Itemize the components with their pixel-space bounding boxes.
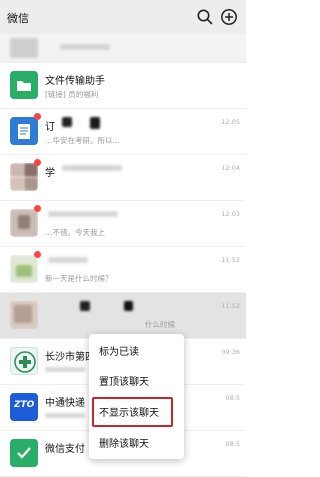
menu-item-delete-chat[interactable]: 删除该聊天 xyxy=(89,430,184,460)
chat-name: 长沙市第四 xyxy=(45,352,95,363)
unread-dot xyxy=(34,159,41,166)
chat-name: 微信支付 xyxy=(45,444,85,455)
unread-dot xyxy=(34,205,41,212)
chat-row[interactable]: …不错。今天我上 12:03 xyxy=(0,201,246,247)
unread-dot xyxy=(34,251,41,258)
avatar xyxy=(10,301,38,329)
chat-time: 11:52 xyxy=(221,256,240,264)
avatar xyxy=(10,439,38,467)
avatar: ZTO xyxy=(10,393,38,421)
chat-time: 08:5 xyxy=(225,440,240,448)
chat-preview: …不错。今天我上 xyxy=(45,228,105,237)
chat-name: 订 xyxy=(45,122,55,133)
chat-time: 12:03 xyxy=(221,210,240,218)
chat-preview: 新一天是什么时候？ xyxy=(45,274,113,283)
chat-preview: [链接] 员的福利 xyxy=(45,90,99,99)
chat-time: 08:5 xyxy=(225,394,240,402)
chat-name: 学 xyxy=(45,168,55,179)
avatar xyxy=(10,163,38,191)
pay-check-icon xyxy=(17,447,31,459)
folder-icon xyxy=(17,81,31,91)
hospital-logo-icon xyxy=(14,351,36,373)
chat-row[interactable]: 新一天是什么时候？ 11:52 xyxy=(0,247,246,293)
menu-item-mark-read[interactable]: 标为已读 xyxy=(89,338,184,368)
chat-time: 09:36 xyxy=(221,348,240,356)
chat-row-pinned[interactable] xyxy=(0,34,246,63)
avatar xyxy=(10,117,38,145)
chat-time: 12:04 xyxy=(221,164,240,172)
zto-logo: ZTO xyxy=(14,400,35,410)
chat-row[interactable]: 学 12:04 xyxy=(0,155,246,201)
avatar xyxy=(10,71,38,99)
menu-item-pin-chat[interactable]: 置顶该聊天 xyxy=(89,368,184,398)
add-icon[interactable] xyxy=(220,8,238,26)
chat-name: 文件传输助手 xyxy=(45,76,105,87)
unread-dot xyxy=(34,113,41,120)
avatar xyxy=(10,347,38,375)
app-header: 微信 xyxy=(0,0,246,34)
chat-preview: 什么时候 xyxy=(145,320,175,329)
chat-preview: …华安在考研。所以… xyxy=(45,136,120,145)
avatar xyxy=(10,38,38,58)
avatar xyxy=(10,209,38,237)
search-icon[interactable] xyxy=(196,8,214,26)
avatar xyxy=(10,255,38,283)
chat-row-file-transfer[interactable]: 文件传输助手 [链接] 员的福利 xyxy=(0,63,246,109)
chat-time: 12:05 xyxy=(221,118,240,126)
document-icon xyxy=(18,124,30,139)
highlight-box xyxy=(92,397,173,427)
chat-row-selected[interactable]: 什么时候 11:52 xyxy=(0,293,246,339)
chat-row[interactable]: 订 …华安在考研。所以… 12:05 xyxy=(0,109,246,155)
chat-time: 11:52 xyxy=(221,302,240,310)
page-title: 微信 xyxy=(7,12,29,25)
chat-name: 中通快递 xyxy=(45,398,85,409)
